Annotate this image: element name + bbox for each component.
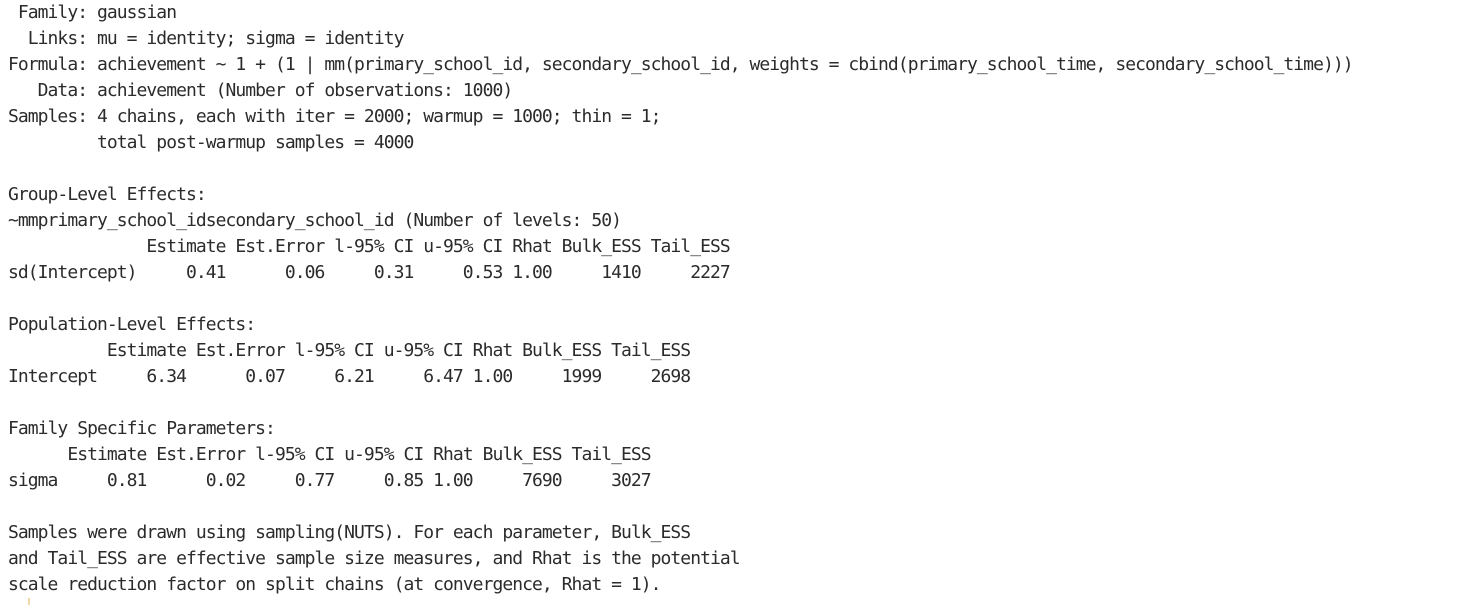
family-line: Family: gaussian xyxy=(8,2,177,23)
family-specific-table-row: sigma 0.81 0.02 0.77 0.85 1.00 7690 3027 xyxy=(8,470,652,491)
family-specific-table-header: Estimate Est.Error l-95% CI u-95% CI Rha… xyxy=(8,444,651,465)
group-level-grouping: ~mmprimary_school_idsecondary_school_id … xyxy=(8,210,622,231)
group-level-table-row: sd(Intercept) 0.41 0.06 0.31 0.53 1.00 1… xyxy=(8,262,731,283)
samples-total-line: total post-warmup samples = 4000 xyxy=(8,132,414,153)
console-cursor xyxy=(28,598,30,605)
data-line: Data: achievement (Number of observation… xyxy=(8,80,514,101)
group-level-table-header: Estimate Est.Error l-95% CI u-95% CI Rha… xyxy=(8,236,730,257)
links-line: Links: mu = identity; sigma = identity xyxy=(8,28,405,49)
population-level-table-row: Intercept 6.34 0.07 6.21 6.47 1.00 1999 … xyxy=(8,366,691,387)
footnote-line: and Tail_ESS are effective sample size m… xyxy=(8,548,741,569)
population-level-table-header: Estimate Est.Error l-95% CI u-95% CI Rha… xyxy=(8,340,691,361)
footnote-line: scale reduction factor on split chains (… xyxy=(8,574,661,595)
model-summary-output: Family: gaussian Links: mu = identity; s… xyxy=(8,0,1480,598)
formula-line: Formula: achievement ~ 1 + (1 | mm(prima… xyxy=(8,54,1354,75)
group-level-heading: Group-Level Effects: xyxy=(8,184,207,205)
family-specific-heading: Family Specific Parameters: xyxy=(8,418,276,439)
population-level-heading: Population-Level Effects: xyxy=(8,314,256,335)
footnote-line: Samples were drawn using sampling(NUTS).… xyxy=(8,522,691,543)
samples-line: Samples: 4 chains, each with iter = 2000… xyxy=(8,106,661,127)
